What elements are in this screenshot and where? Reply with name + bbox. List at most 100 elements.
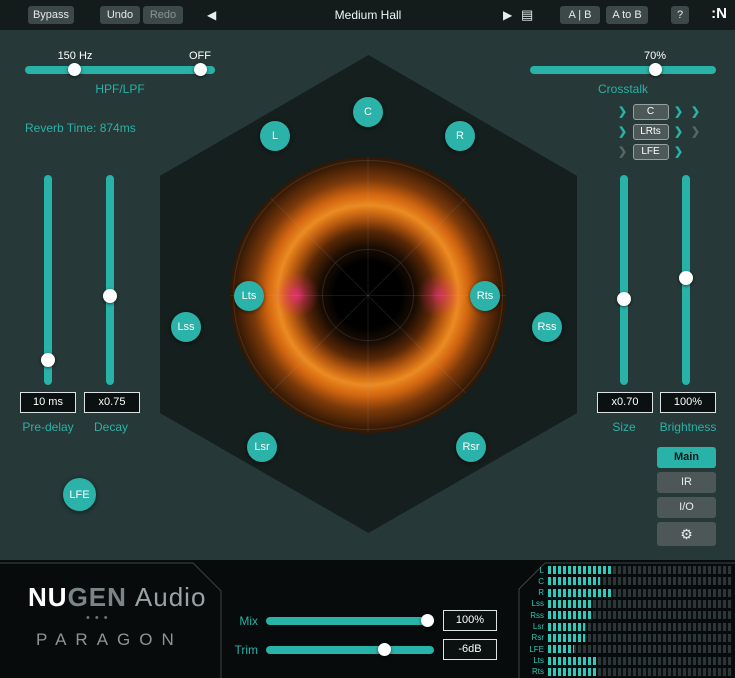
crosstalk-slider[interactable] xyxy=(530,66,716,74)
meter-label: LFE xyxy=(524,645,548,654)
decay-value-box[interactable]: x0.75 xyxy=(84,392,140,413)
meter-label: C xyxy=(524,577,548,586)
channel-puck-lfe[interactable]: LFE xyxy=(63,478,96,511)
tab-ir[interactable]: IR xyxy=(657,472,716,493)
meter-bar xyxy=(548,623,732,631)
hpf-lpf-slider[interactable] xyxy=(25,66,215,74)
meter-bar xyxy=(548,645,732,653)
lpf-slider-thumb[interactable] xyxy=(194,63,207,76)
meter-fill xyxy=(548,657,596,665)
meter-row: Rsr xyxy=(524,633,732,643)
tab-main[interactable]: Main xyxy=(657,447,716,468)
hpf-slider-thumb[interactable] xyxy=(68,63,81,76)
meter-bar xyxy=(548,589,732,597)
meter-bar xyxy=(548,566,732,574)
meter-label: Lts xyxy=(524,656,548,665)
channel-puck-lsr[interactable]: Lsr xyxy=(247,432,277,462)
decay-slider-thumb[interactable] xyxy=(103,289,117,303)
chevron-right-icon[interactable]: ❯ xyxy=(672,145,686,158)
routing-row-lrts: ❯ LRts ❯ ❯ xyxy=(600,123,718,140)
channel-puck-rts[interactable]: Rts xyxy=(470,281,500,311)
redo-button[interactable]: Redo xyxy=(143,6,183,24)
channel-puck-lts[interactable]: Lts xyxy=(234,281,264,311)
preset-name[interactable]: Medium Hall xyxy=(280,0,456,30)
chevron-left-icon[interactable]: ❯ xyxy=(616,125,630,138)
settings-gear-button[interactable]: ⚙ xyxy=(657,522,716,546)
meter-row: Lsr xyxy=(524,622,732,632)
channel-puck-rsr[interactable]: Rsr xyxy=(456,432,486,462)
size-value-box[interactable]: x0.70 xyxy=(597,392,653,413)
routing-lfe-button[interactable]: LFE xyxy=(633,144,669,160)
brightness-slider[interactable] xyxy=(682,175,690,385)
product-name: PARAGON xyxy=(36,630,183,650)
decay-label: Decay xyxy=(82,420,140,434)
meter-fill xyxy=(548,623,585,631)
brightness-slider-thumb[interactable] xyxy=(679,271,693,285)
chevron-right-icon[interactable]: ❯ xyxy=(689,105,703,118)
chevron-right-icon[interactable]: ❯ xyxy=(689,125,703,138)
meter-label: Lsr xyxy=(524,622,548,631)
a-to-b-button[interactable]: A to B xyxy=(606,6,648,24)
ab-compare-button[interactable]: A | B xyxy=(560,6,600,24)
routing-c-button[interactable]: C xyxy=(633,104,669,120)
meter-fill xyxy=(548,577,600,585)
pre-delay-label: Pre-delay xyxy=(16,420,80,434)
chevron-right-icon[interactable]: ❯ xyxy=(672,105,686,118)
chevron-left-icon[interactable]: ❯ xyxy=(616,145,630,158)
previous-preset-icon[interactable]: ◀ xyxy=(207,8,216,22)
meter-fill xyxy=(548,668,596,676)
routing-lrts-button[interactable]: LRts xyxy=(633,124,669,140)
next-preset-icon[interactable]: ▶ xyxy=(503,8,512,22)
hpf-value-label: 150 Hz xyxy=(55,50,95,62)
pre-delay-value-box[interactable]: 10 ms xyxy=(20,392,76,413)
channel-puck-r[interactable]: R xyxy=(445,121,475,151)
meter-bar xyxy=(548,668,732,676)
help-button[interactable]: ? xyxy=(671,6,689,24)
channel-puck-c[interactable]: C xyxy=(353,97,383,127)
undo-button[interactable]: Undo xyxy=(100,6,140,24)
trim-value-box[interactable]: -6dB xyxy=(443,639,497,660)
trim-label: Trim xyxy=(226,643,258,657)
brightness-label: Brightness xyxy=(650,420,726,434)
meter-bar xyxy=(548,577,732,585)
meter-row: R xyxy=(524,588,732,598)
tab-io[interactable]: I/O xyxy=(657,497,716,518)
chevron-right-icon[interactable]: ❯ xyxy=(672,125,686,138)
mix-slider-thumb[interactable] xyxy=(421,614,434,627)
decay-slider[interactable] xyxy=(106,175,114,385)
mix-slider[interactable] xyxy=(266,617,434,625)
meter-fill xyxy=(548,611,592,619)
meter-bar xyxy=(548,600,732,608)
chevron-left-icon[interactable]: ❯ xyxy=(616,105,630,118)
level-meters: L C R Lss Rss Lsr xyxy=(524,565,732,677)
size-slider-thumb[interactable] xyxy=(617,292,631,306)
pre-delay-slider-thumb[interactable] xyxy=(41,353,55,367)
meter-label: R xyxy=(524,588,548,597)
trim-slider[interactable] xyxy=(266,646,434,654)
meter-bar xyxy=(548,634,732,642)
meter-label: Lss xyxy=(524,599,548,608)
reverb-time-readout: Reverb Time: 874ms xyxy=(25,121,136,135)
meter-label: Rts xyxy=(524,667,548,676)
mix-value-box[interactable]: 100% xyxy=(443,610,497,631)
channel-puck-lss[interactable]: Lss xyxy=(171,312,201,342)
trim-slider-thumb[interactable] xyxy=(378,643,391,656)
brightness-value-box[interactable]: 100% xyxy=(660,392,716,413)
brand-dots: ••• xyxy=(86,612,113,624)
size-label: Size xyxy=(599,420,649,434)
meter-label: Rsr xyxy=(524,633,548,642)
channel-puck-rss[interactable]: Rss xyxy=(532,312,562,342)
crosstalk-slider-thumb[interactable] xyxy=(649,63,662,76)
brand-logo: NUGENAudio xyxy=(28,582,206,613)
meter-row: LFE xyxy=(524,644,732,654)
preset-list-icon[interactable]: ▤ xyxy=(521,7,533,23)
pre-delay-slider[interactable] xyxy=(44,175,52,385)
title-bar: Bypass Undo Redo ◀ Medium Hall ▶ ▤ A | B… xyxy=(0,0,735,30)
channel-puck-l[interactable]: L xyxy=(260,121,290,151)
routing-row-c: ❯ C ❯ ❯ xyxy=(600,103,718,120)
crosstalk-value-label: 70% xyxy=(635,50,675,62)
size-slider[interactable] xyxy=(620,175,628,385)
bypass-button[interactable]: Bypass xyxy=(28,6,74,24)
footer-bar: NUGENAudio ••• PARAGON Mix 100% Trim -6d… xyxy=(0,560,735,678)
crosstalk-label: Crosstalk xyxy=(530,82,716,96)
